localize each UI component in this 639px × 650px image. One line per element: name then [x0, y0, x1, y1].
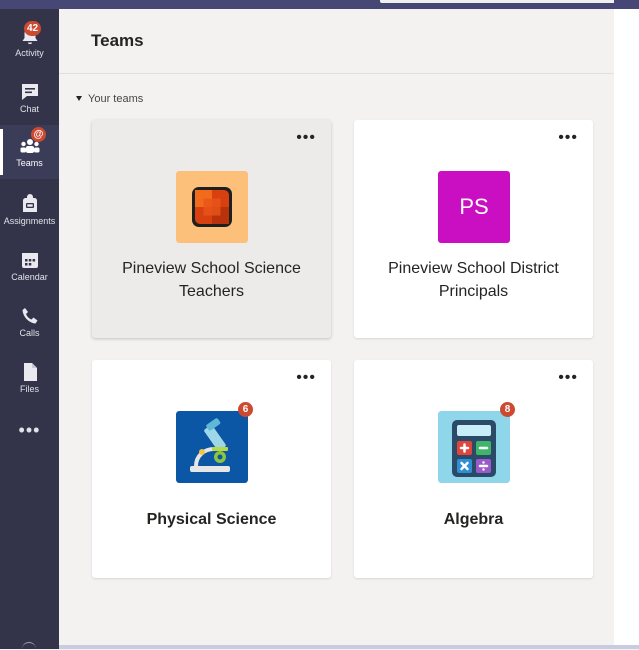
app-rail: 42 Activity Chat @ Teams Assignments Cal… — [0, 9, 59, 649]
page-title: Teams — [91, 31, 144, 50]
teams-mention-badge: @ — [31, 127, 46, 142]
team-avatar-tile: PS — [438, 171, 510, 243]
file-icon — [23, 363, 37, 381]
your-teams-toggle[interactable]: Your teams — [76, 93, 143, 105]
page-header: Teams — [59, 9, 614, 74]
rail-label-calendar: Calendar — [11, 272, 48, 282]
rail-item-calendar[interactable]: Calendar — [0, 239, 59, 293]
caret-down-icon — [76, 95, 82, 101]
scrollbar-area[interactable] — [614, 9, 639, 649]
team-notification-badge: 6 — [238, 402, 253, 417]
team-card[interactable]: ••• Pineview School Science Teachers — [92, 120, 331, 338]
backpack-icon — [22, 194, 37, 212]
office-tile-icon — [176, 171, 248, 243]
team-more-options-button[interactable]: ••• — [558, 130, 578, 146]
team-name: Algebra — [443, 511, 504, 528]
team-initials: PS — [459, 194, 489, 219]
team-more-options-button[interactable]: ••• — [296, 130, 316, 146]
top-bar — [0, 0, 639, 9]
calendar-icon — [21, 253, 38, 268]
rail-item-activity[interactable]: 42 Activity — [0, 15, 59, 69]
teams-main-pane: Teams Your teams ••• Pineview School Sci… — [59, 9, 614, 649]
phone-icon — [22, 308, 37, 324]
team-notification-badge: 8 — [500, 402, 515, 417]
rail-label-activity: Activity — [15, 48, 44, 58]
team-name: Pineview School Science Teachers — [102, 257, 321, 303]
rail-label-chat: Chat — [19, 104, 39, 114]
activity-badge: 42 — [24, 21, 42, 36]
rail-item-teams[interactable]: @ Teams — [0, 125, 59, 179]
bottom-divider — [59, 645, 639, 649]
microscope-icon — [176, 411, 248, 483]
section-label: Your teams — [88, 93, 144, 105]
search-box-edge[interactable] — [380, 0, 614, 3]
team-name-line: Pineview School District — [388, 260, 559, 277]
rail-label-teams: Teams — [16, 158, 43, 168]
team-card[interactable]: ••• PS Pineview School District Principa… — [354, 120, 593, 338]
more-apps-button[interactable]: ••• — [0, 420, 59, 444]
team-more-options-button[interactable]: ••• — [296, 370, 316, 386]
rail-item-calls[interactable]: Calls — [0, 295, 59, 349]
calculator-icon — [438, 411, 510, 483]
team-name: Physical Science — [146, 511, 277, 528]
team-name-line: Principals — [438, 283, 509, 300]
rail-item-assignments[interactable]: Assignments — [0, 183, 59, 237]
team-card[interactable]: ••• 8 Algebra — [354, 360, 593, 578]
chat-icon — [21, 84, 38, 100]
rail-item-files[interactable]: Files — [0, 351, 59, 405]
rail-label-assignments: Assignments — [3, 216, 56, 226]
rail-item-chat[interactable]: Chat — [0, 71, 59, 125]
rail-label-calls: Calls — [19, 328, 40, 338]
rail-label-files: Files — [19, 384, 39, 394]
team-name-line: Teachers — [179, 283, 244, 300]
team-more-options-button[interactable]: ••• — [558, 370, 578, 386]
team-name: Pineview School District Principals — [364, 257, 583, 303]
team-card[interactable]: ••• 6 Physical Science — [92, 360, 331, 578]
team-name-line: Pineview School Science — [122, 260, 301, 277]
